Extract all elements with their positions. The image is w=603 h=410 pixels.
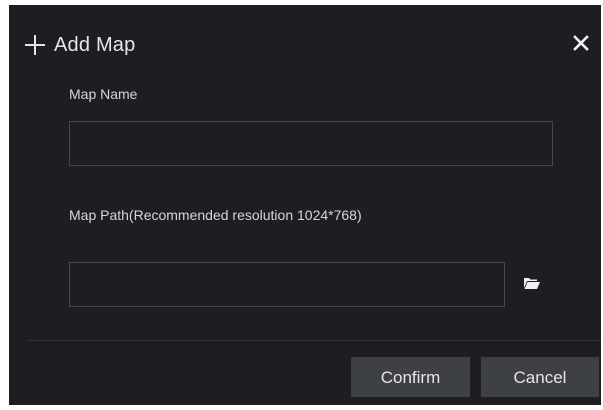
- plus-icon: [25, 35, 45, 55]
- browse-folder-button[interactable]: [523, 275, 541, 291]
- close-icon: [573, 35, 589, 51]
- footer-divider: [27, 340, 601, 341]
- confirm-button[interactable]: Confirm: [351, 357, 470, 397]
- map-name-input[interactable]: [69, 121, 553, 166]
- map-name-label: Map Name: [69, 86, 138, 102]
- dialog-header: Add Map: [9, 5, 601, 80]
- map-path-label: Map Path(Recommended resolution 1024*768…: [69, 207, 362, 223]
- cancel-button[interactable]: Cancel: [481, 357, 599, 397]
- dialog-title: Add Map: [54, 34, 136, 56]
- folder-icon: [524, 278, 540, 289]
- map-path-input[interactable]: [69, 262, 505, 307]
- close-button[interactable]: [571, 33, 591, 53]
- add-map-dialog: Add Map Map Name Map Path(Recommended re…: [9, 5, 601, 405]
